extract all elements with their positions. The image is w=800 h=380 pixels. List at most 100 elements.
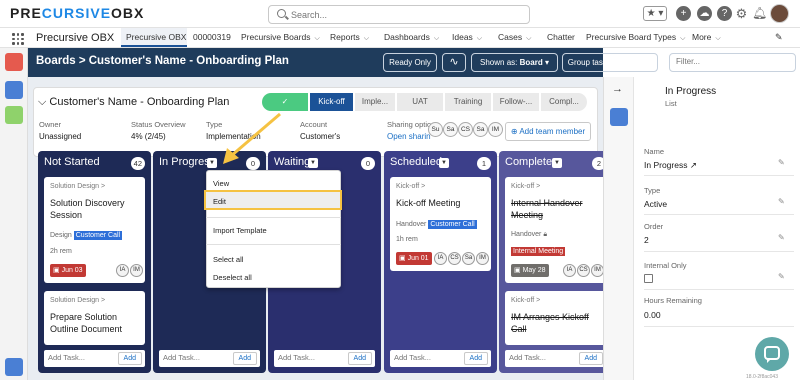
filter-field[interactable]	[669, 53, 796, 72]
tab-precursive-board-types[interactable]: Precursive Board Types ⌵	[586, 28, 685, 47]
tab-chatter[interactable]: Chatter	[547, 28, 575, 47]
card-title[interactable]: Prepare Solution Outline Document	[50, 311, 142, 335]
assignee-chip[interactable]: IA	[563, 264, 576, 277]
internal-only-checkbox[interactable]	[644, 274, 653, 283]
team-avatar[interactable]: Su	[428, 122, 443, 137]
external-link-icon[interactable]: ↗	[690, 160, 697, 170]
filter-input[interactable]	[676, 57, 786, 66]
help-icon[interactable]: ?	[717, 6, 732, 21]
assignee-chip[interactable]: CS	[577, 264, 590, 277]
tab-more[interactable]: More ⌵	[692, 28, 721, 47]
chevron-down-icon[interactable]: ⌵	[38, 96, 49, 108]
chat-help-button[interactable]	[755, 337, 789, 371]
card-title[interactable]: Kick-off Meeting	[396, 197, 488, 209]
list-details-icon[interactable]	[610, 108, 628, 126]
edit-pencil-icon[interactable]: ✎	[778, 272, 785, 281]
task-card[interactable]: Solution Design > Prepare Solution Outli…	[44, 291, 145, 345]
global-search[interactable]	[268, 5, 530, 24]
tab-precursive-obx[interactable]: Precursive OBX	[121, 28, 187, 47]
task-card[interactable]: Solution Design > Solution Discovery Ses…	[44, 177, 145, 283]
lightbulb-icon[interactable]	[5, 106, 23, 124]
assignee-chip[interactable]: CS	[448, 252, 461, 265]
task-card[interactable]: Kick-off > Internal Handover Meeting Han…	[505, 177, 606, 283]
sharing-link[interactable]: Open sharin	[387, 132, 431, 141]
app-launcher-icon[interactable]	[12, 33, 24, 45]
add-team-member-button[interactable]: ⊕ Add team member	[505, 122, 591, 141]
add-task-button[interactable]: Add	[347, 352, 372, 365]
shown-as-dropdown[interactable]: Shown as: Board ▾	[471, 53, 558, 72]
card-breadcrumb[interactable]: Solution Design >	[50, 183, 105, 190]
arrow-right-icon[interactable]: →	[612, 83, 623, 95]
add-task-input[interactable]	[163, 353, 227, 362]
task-list-icon[interactable]	[5, 53, 23, 71]
team-avatar[interactable]: Sa	[443, 122, 458, 137]
precursive-logo[interactable]: PRECURSIVEOBX	[10, 5, 144, 21]
account-value[interactable]: Customer's	[300, 132, 340, 141]
assignee-chip[interactable]: IM	[130, 264, 143, 277]
stage-kick-off[interactable]: Kick-off	[310, 93, 353, 111]
tab-00000319[interactable]: 00000319	[193, 28, 231, 47]
board-grid-icon[interactable]	[5, 81, 23, 99]
add-task-input[interactable]	[394, 353, 458, 362]
card-title[interactable]: IM Arranges Kickoff Call	[511, 311, 603, 335]
stage-implementation[interactable]: Imple...	[355, 93, 395, 111]
add-icon[interactable]: +	[676, 6, 691, 21]
project-title[interactable]: ⌵ Customer's Name - Onboarding Plan	[38, 96, 229, 109]
stage-uat[interactable]: UAT	[397, 93, 443, 111]
tab-cases[interactable]: Cases ⌵	[498, 28, 531, 47]
column-menu-caret[interactable]: ▼	[439, 158, 449, 168]
edit-pencil-icon[interactable]: ✎	[778, 233, 785, 242]
bell-icon[interactable]: 🔔︎	[752, 6, 767, 21]
card-title[interactable]: Internal Handover Meeting	[511, 197, 603, 221]
cloud-icon[interactable]: ☁	[697, 6, 712, 21]
chevron-down-icon[interactable]: ⌵	[314, 35, 319, 42]
pulse-icon[interactable]: ∿	[442, 53, 466, 72]
add-task-button[interactable]: Add	[578, 352, 603, 365]
assignee-chip[interactable]: IA	[116, 264, 129, 277]
chevron-down-icon[interactable]: ⌵	[680, 35, 685, 42]
edit-nav-icon[interactable]: ✎	[775, 32, 783, 43]
search-input[interactable]	[291, 8, 521, 21]
favorites-button[interactable]: ★ ▾	[643, 6, 667, 21]
card-title[interactable]: Solution Discovery Session	[50, 197, 142, 221]
tab-reports[interactable]: Reports ⌵	[330, 28, 369, 47]
menu-item-import-template[interactable]: Import Template	[213, 226, 267, 235]
chevron-down-icon[interactable]: ⌵	[715, 35, 720, 42]
add-task-input[interactable]	[509, 353, 573, 362]
chevron-down-icon[interactable]: ⌵	[434, 35, 439, 42]
task-card[interactable]: Kick-off > Kick-off Meeting Handover Cus…	[390, 177, 491, 271]
team-avatar[interactable]: Sa	[473, 122, 488, 137]
add-task-input[interactable]	[48, 353, 112, 362]
assignee-chip[interactable]: IM	[476, 252, 489, 265]
wrench-icon[interactable]	[5, 358, 23, 376]
card-breadcrumb[interactable]: Kick-off >	[396, 183, 425, 190]
tab-precursive-boards[interactable]: Precursive Boards ⌵	[241, 28, 320, 47]
menu-item-view[interactable]: View	[213, 179, 229, 188]
edit-pencil-icon[interactable]: ✎	[778, 158, 785, 167]
edit-pencil-icon[interactable]: ✎	[778, 197, 785, 206]
card-breadcrumb[interactable]: Solution Design >	[50, 297, 105, 304]
team-avatar[interactable]: CS	[458, 122, 473, 137]
chevron-down-icon[interactable]: ⌵	[364, 35, 369, 42]
add-task-button[interactable]: Add	[232, 352, 257, 365]
column-menu-caret[interactable]: ▼	[552, 158, 562, 168]
group-by-dropdown[interactable]: Group tasks by: None ▾	[562, 53, 658, 72]
stage-follow-up[interactable]: Follow-...	[493, 93, 539, 111]
card-breadcrumb[interactable]: Kick-off >	[511, 183, 540, 190]
add-task-button[interactable]: Add	[463, 352, 488, 365]
menu-item-edit[interactable]: Edit	[213, 197, 226, 206]
stage-completed[interactable]: ✓	[262, 93, 308, 111]
assignee-chip[interactable]: IA	[434, 252, 447, 265]
stage-complete[interactable]: Compl...	[541, 93, 587, 111]
chevron-down-icon[interactable]: ⌵	[526, 35, 531, 42]
add-task-input[interactable]	[278, 353, 342, 362]
user-avatar[interactable]	[770, 4, 789, 23]
ready-only-button[interactable]: Ready Only	[383, 53, 437, 72]
assignee-chip[interactable]: Sa	[462, 252, 475, 265]
card-breadcrumb[interactable]: Kick-off >	[511, 297, 540, 304]
task-card[interactable]: Kick-off > IM Arranges Kickoff Call	[505, 291, 606, 345]
team-avatar[interactable]: IM	[488, 122, 503, 137]
tab-ideas[interactable]: Ideas ⌵	[452, 28, 482, 47]
chevron-down-icon[interactable]: ⌵	[477, 35, 482, 42]
tab-dashboards[interactable]: Dashboards ⌵	[384, 28, 439, 47]
